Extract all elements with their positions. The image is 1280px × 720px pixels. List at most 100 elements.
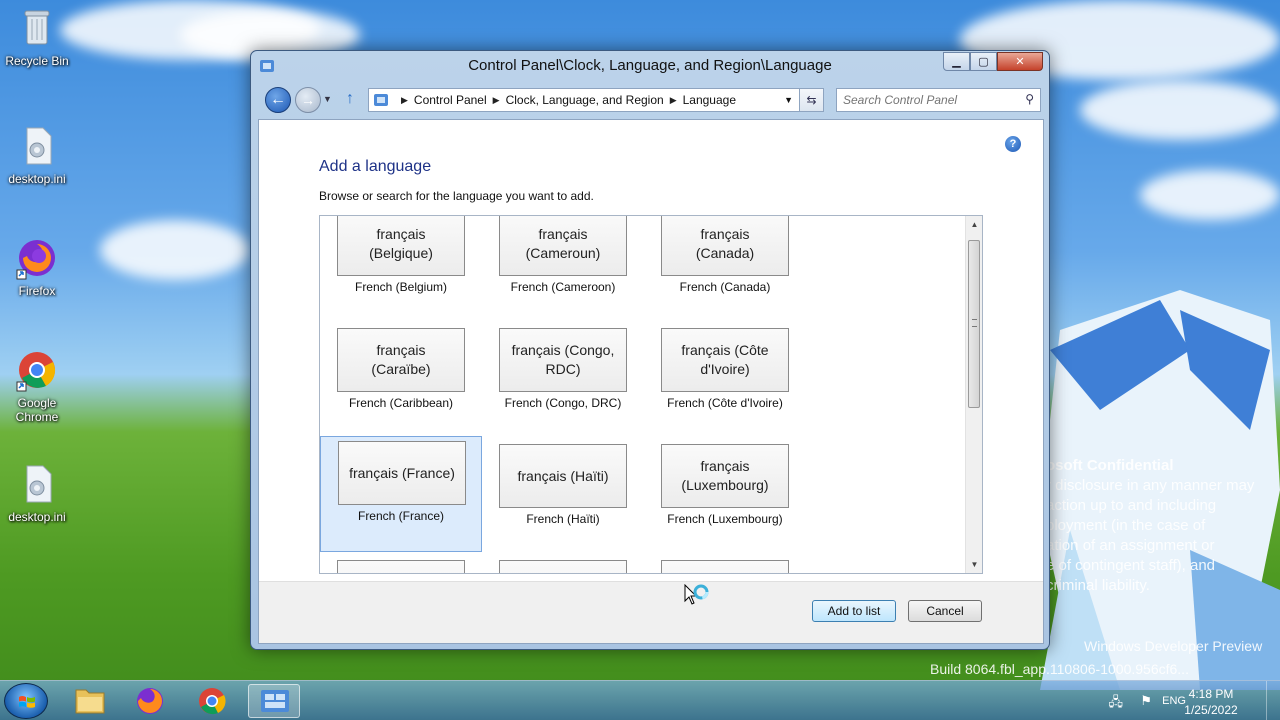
language-tile[interactable]	[644, 556, 806, 573]
language-english-name: French (Caribbean)	[348, 396, 454, 410]
forward-button[interactable]: →	[295, 87, 321, 113]
language-native-name: français (Cameroun)	[499, 216, 627, 276]
language-native-name: français (Luxembourg)	[661, 444, 789, 508]
language-tile-selected[interactable]: français (France) French (France)	[320, 436, 482, 552]
chrome-icon	[15, 348, 59, 392]
language-english-name: French (Congo, DRC)	[504, 396, 622, 410]
language-english-name: French (Haïti)	[526, 512, 600, 526]
language-english-name: French (Canada)	[679, 280, 771, 294]
cancel-button[interactable]: Cancel	[908, 600, 982, 622]
taskbar-explorer[interactable]	[64, 684, 116, 718]
close-icon: ✕	[1015, 56, 1025, 68]
up-button[interactable]: ↑	[346, 90, 354, 108]
control-panel-icon	[374, 94, 388, 106]
language-english-name: French (Belgium)	[354, 280, 448, 294]
language-native-name: français (Caraïbe)	[337, 328, 465, 392]
language-tile[interactable]: français (Congo, RDC) French (Congo, DRC…	[482, 324, 644, 440]
breadcrumb-control-panel[interactable]: Control Panel	[414, 93, 487, 107]
search-box[interactable]: ⚲	[836, 88, 1041, 112]
add-to-list-button[interactable]: Add to list	[812, 600, 896, 622]
desktop-icon-label: desktop.ini	[8, 172, 66, 186]
network-icon[interactable]: 🖧	[1109, 693, 1124, 715]
recycle-bin-icon	[15, 6, 59, 50]
start-button[interactable]	[4, 683, 48, 719]
close-button[interactable]: ✕	[997, 52, 1043, 71]
scrollbar-thumb[interactable]	[968, 240, 980, 408]
action-center-icon[interactable]: ⚑	[1140, 693, 1152, 709]
desktop-icon-label: Recycle Bin	[5, 54, 69, 68]
watermark-line: ployment (in the case of	[1046, 517, 1206, 534]
language-tile[interactable]: français (Belgique) French (Belgium)	[320, 216, 482, 324]
help-button[interactable]: ?	[1005, 136, 1021, 152]
refresh-icon: ⇆	[806, 93, 817, 107]
language-tile[interactable]: français (Canada) French (Canada)	[644, 216, 806, 324]
firefox-desktop-icon[interactable]: Firefox	[2, 236, 72, 298]
control-panel-window: Control Panel\Clock, Language, and Regio…	[250, 50, 1050, 650]
address-bar[interactable]: ▶ Control Panel ▶ Clock, Language, and R…	[368, 88, 824, 112]
arrow-left-icon: ←	[270, 91, 286, 108]
cloud	[1140, 170, 1280, 220]
search-input[interactable]	[843, 89, 1018, 111]
maximize-button[interactable]: ▢	[970, 52, 997, 71]
breadcrumb-clock-language-region[interactable]: Clock, Language, and Region	[506, 93, 664, 107]
language-list[interactable]: français (Belgique) French (Belgium) fra…	[319, 215, 983, 574]
breadcrumb-language[interactable]: Language	[683, 93, 736, 107]
windows-logo-icon	[19, 696, 35, 708]
taskbar-firefox[interactable]	[124, 684, 176, 718]
language-native-name	[661, 560, 789, 573]
firefox-icon	[137, 688, 163, 714]
settings-file-icon	[15, 462, 59, 506]
clock-date: 1/25/2022	[1184, 703, 1238, 717]
language-tile[interactable]: français (Cameroun) French (Cameroon)	[482, 216, 644, 324]
language-tile[interactable]: français	[482, 556, 644, 573]
language-tile[interactable]	[320, 556, 482, 573]
back-button[interactable]: ←	[265, 87, 291, 113]
taskbar-chrome[interactable]	[186, 684, 238, 718]
language-native-name	[337, 560, 465, 573]
language-tile[interactable]: français (Luxembourg) French (Luxembourg…	[644, 440, 806, 556]
scroll-up-icon[interactable]: ▲	[966, 216, 982, 233]
recent-pages-dropdown[interactable]: ▼	[323, 94, 332, 104]
busy-cursor-icon	[684, 584, 709, 605]
show-desktop-button[interactable]	[1266, 681, 1280, 720]
vertical-scrollbar[interactable]: ▲ ▼	[965, 216, 982, 573]
search-icon[interactable]: ⚲	[1025, 92, 1034, 106]
arrow-right-icon: →	[301, 92, 315, 108]
language-english-name: French (Côte d'Ivoire)	[667, 396, 783, 410]
language-native-name: français (Belgique)	[337, 216, 465, 276]
desktop-ini-desktop-icon[interactable]: desktop.ini	[2, 462, 72, 524]
language-english-name: French (France)	[357, 509, 445, 523]
watermark-line: e of contingent staff), and	[1046, 557, 1216, 574]
window-title: Control Panel\Clock, Language, and Regio…	[468, 57, 832, 74]
breadcrumb-separator-icon[interactable]: ▶	[493, 95, 500, 106]
watermark-line: osoft Confidential	[1046, 457, 1174, 474]
recycle-bin-desktop-icon[interactable]: Recycle Bin	[2, 6, 72, 68]
page-subtitle: Browse or search for the language you wa…	[319, 189, 594, 203]
build-watermark: osoft Confidential r disclosure in any m…	[1046, 456, 1254, 596]
language-tile[interactable]: français (Caraïbe) French (Caribbean)	[320, 324, 482, 440]
build-watermark-footer: Windows Developer Preview	[1084, 636, 1262, 656]
watermark-line: r disclosure in any manner may	[1046, 477, 1255, 494]
taskbar-control-panel[interactable]	[248, 684, 300, 718]
watermark-line: Windows Developer Preview	[1084, 638, 1263, 654]
chrome-desktop-icon[interactable]: Google Chrome	[2, 348, 72, 424]
minimize-button[interactable]: ▁	[943, 52, 970, 71]
address-dropdown-icon[interactable]: ▼	[784, 95, 793, 105]
language-tile[interactable]: français (Haïti) French (Haïti)	[482, 440, 644, 556]
firefox-icon	[15, 236, 59, 280]
build-watermark-footer: Build 8064.fbl_app.110806-1000.956cf6...	[930, 659, 1280, 679]
language-tile[interactable]: français (Côte d'Ivoire) French (Côte d'…	[644, 324, 806, 440]
watermark-line: ation of an assignment or	[1046, 537, 1215, 554]
title-bar[interactable]: Control Panel\Clock, Language, and Regio…	[251, 51, 1049, 81]
help-icon: ?	[1009, 138, 1017, 150]
clock[interactable]: 4:18 PM 1/25/2022	[1176, 686, 1246, 718]
desktop-icon-label: Google Chrome	[15, 396, 59, 424]
desktop-ini-desktop-icon[interactable]: desktop.ini	[2, 124, 72, 186]
refresh-button[interactable]: ⇆	[799, 88, 824, 112]
cloud	[100, 220, 250, 280]
breadcrumb-separator-icon[interactable]: ▶	[670, 95, 677, 106]
scroll-down-icon[interactable]: ▼	[966, 556, 982, 573]
language-native-name: français	[499, 560, 627, 573]
language-native-name: français (Côte d'Ivoire)	[661, 328, 789, 392]
watermark-line: criminal liability.	[1046, 577, 1150, 594]
